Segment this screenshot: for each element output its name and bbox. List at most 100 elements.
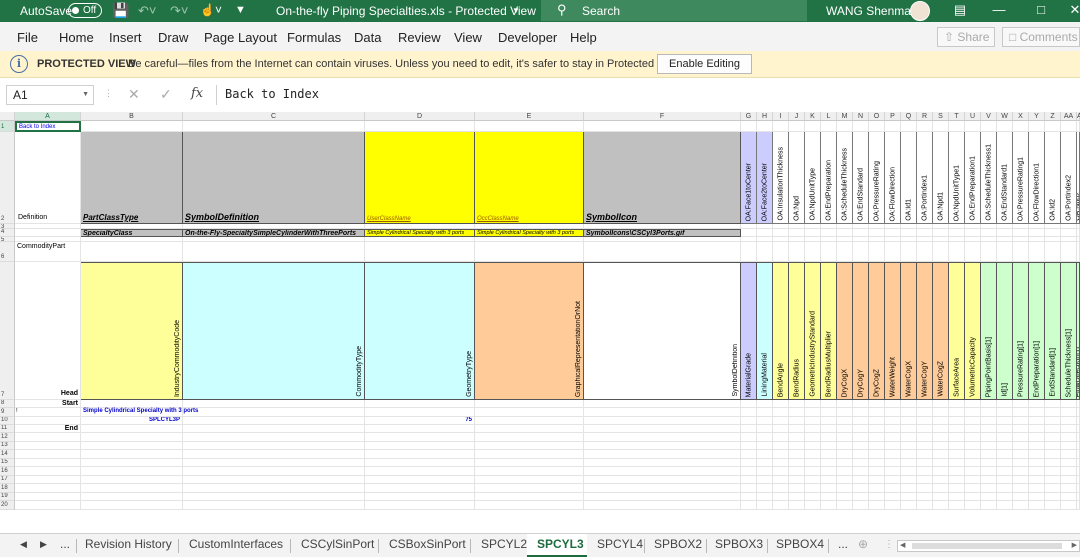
grid-cell[interactable] (853, 229, 869, 237)
grid-cell[interactable] (1013, 417, 1029, 425)
grid-cell[interactable] (821, 400, 837, 408)
grid-cell[interactable] (869, 242, 885, 262)
grid-cell[interactable] (757, 242, 773, 262)
grid-cell[interactable] (81, 121, 183, 132)
column-header-n[interactable]: N (853, 112, 869, 121)
grid-cell[interactable] (933, 408, 949, 417)
grid-cell[interactable] (15, 467, 81, 476)
grid-cell[interactable] (885, 425, 901, 433)
grid-cell[interactable] (933, 493, 949, 501)
ribbon-display-icon[interactable]: ▤ (949, 2, 971, 20)
grid-cell[interactable] (949, 417, 965, 425)
cell-row7-5[interactable]: BendRadiusMultiplier (821, 262, 837, 400)
cell-b9[interactable]: Simple Cylindrical Specialty with 3 port… (81, 408, 198, 417)
undo-icon[interactable]: ↶˅ (138, 3, 156, 19)
grid-cell[interactable] (757, 459, 773, 467)
grid-cell[interactable] (901, 400, 917, 408)
grid-cell[interactable] (1029, 408, 1045, 417)
grid-cell[interactable] (917, 408, 933, 417)
grid-cell[interactable] (584, 121, 741, 132)
grid-cell[interactable] (584, 242, 741, 262)
menu-page-layout[interactable]: Page Layout (204, 30, 277, 45)
grid-cell[interactable] (917, 242, 933, 262)
grid-cell[interactable] (789, 425, 805, 433)
column-header-p[interactable]: P (885, 112, 901, 121)
cell-row7-19[interactable]: EndStandard[1] (1045, 262, 1061, 400)
grid-cell[interactable] (584, 484, 741, 493)
column-header-z[interactable]: Z (1045, 112, 1061, 121)
grid-cell[interactable] (15, 501, 81, 510)
grid-cell[interactable] (805, 476, 821, 484)
grid-cell[interactable] (1029, 417, 1045, 425)
grid-cell[interactable] (837, 442, 853, 450)
grid-cell[interactable] (981, 408, 997, 417)
grid-cell[interactable] (805, 493, 821, 501)
grid-cell[interactable] (1013, 501, 1029, 510)
grid-cell[interactable] (821, 408, 837, 417)
grid-cell[interactable] (901, 121, 917, 132)
grid-cell[interactable] (741, 450, 757, 459)
grid-cell[interactable] (15, 229, 81, 237)
grid-cell[interactable] (805, 484, 821, 493)
grid-cell[interactable] (869, 450, 885, 459)
grid-cell[interactable] (917, 476, 933, 484)
grid-cell[interactable] (81, 459, 183, 467)
cell-oa-3[interactable]: OA:Npd (789, 132, 805, 224)
cell-row7-4[interactable]: GeometricIndustryStandard (805, 262, 821, 400)
grid-cell[interactable] (933, 459, 949, 467)
grid-cell[interactable] (917, 467, 933, 476)
grid-cell[interactable] (1045, 425, 1061, 433)
grid-cell[interactable] (183, 400, 365, 408)
grid-cell[interactable] (933, 121, 949, 132)
grid-cell[interactable] (901, 493, 917, 501)
grid-cell[interactable] (773, 450, 789, 459)
grid-cell[interactable] (869, 229, 885, 237)
grid-cell[interactable] (997, 476, 1013, 484)
cancel-icon[interactable]: ✕ (128, 86, 140, 103)
grid-cell[interactable] (741, 442, 757, 450)
grid-cell[interactable] (475, 459, 584, 467)
grid-cell[interactable] (365, 121, 475, 132)
grid-cell[interactable] (584, 450, 741, 459)
grid-cell[interactable] (837, 467, 853, 476)
grid-cell[interactable] (885, 417, 901, 425)
grid-cell[interactable] (997, 442, 1013, 450)
grid-cell[interactable] (773, 425, 789, 433)
grid-cell[interactable] (365, 242, 475, 262)
grid-cell[interactable] (81, 400, 183, 408)
grid-cell[interactable] (917, 417, 933, 425)
grid-cell[interactable] (853, 408, 869, 417)
grid-cell[interactable] (933, 242, 949, 262)
grid-cell[interactable] (183, 417, 365, 425)
more-sheets-right[interactable]: ... (838, 537, 848, 551)
grid-cell[interactable] (1013, 476, 1029, 484)
customize-toolbar-icon[interactable]: ▼ (235, 4, 246, 16)
cell-c2[interactable]: SymbolDefinition (183, 132, 365, 224)
grid-cell[interactable] (965, 459, 981, 467)
cell-oa-15[interactable]: OA:ScheduleThickness1 (981, 132, 997, 224)
grid-cell[interactable] (997, 459, 1013, 467)
column-header-o[interactable]: O (869, 112, 885, 121)
grid-cell[interactable] (805, 425, 821, 433)
grid-cell[interactable] (885, 476, 901, 484)
grid-cell[interactable] (15, 476, 81, 484)
grid-cell[interactable] (965, 433, 981, 442)
column-header-x[interactable]: X (1013, 112, 1029, 121)
column-header-y[interactable]: Y (1029, 112, 1045, 121)
grid-cell[interactable] (821, 501, 837, 510)
grid-cell[interactable] (901, 484, 917, 493)
cell-d4[interactable]: Simple Cylindrical Specialty with 3 port… (365, 229, 475, 237)
column-header-u[interactable]: U (965, 112, 981, 121)
grid-cell[interactable] (1013, 459, 1029, 467)
grid-cell[interactable] (789, 400, 805, 408)
row-header-9[interactable]: 9 (0, 408, 15, 417)
grid-cell[interactable] (365, 493, 475, 501)
grid-cell[interactable] (757, 450, 773, 459)
grid-cell[interactable] (869, 467, 885, 476)
grid-cell[interactable] (773, 484, 789, 493)
grid-cell[interactable] (837, 229, 853, 237)
grid-cell[interactable] (365, 442, 475, 450)
column-header-c[interactable]: C (183, 112, 365, 121)
grid-cell[interactable] (869, 459, 885, 467)
grid-cell[interactable] (365, 425, 475, 433)
